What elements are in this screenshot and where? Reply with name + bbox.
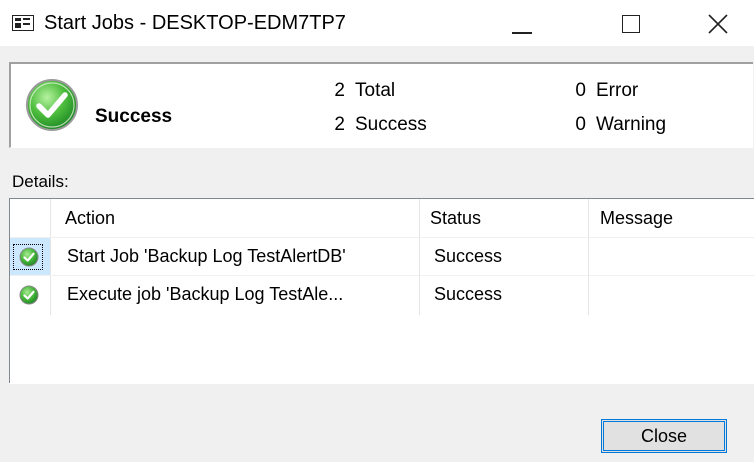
- row-icon-cell[interactable]: [10, 276, 50, 314]
- error-count: 0: [575, 80, 586, 101]
- success-check-icon: [19, 285, 39, 305]
- row-status: Success: [434, 284, 503, 304]
- grid-header: Action Status Message: [10, 199, 754, 237]
- close-icon: [708, 14, 728, 34]
- column-header-status[interactable]: Status: [430, 208, 481, 229]
- title-bar[interactable]: Start Jobs - DESKTOP-EDM7TP7: [0, 0, 754, 46]
- total-label: Total: [355, 80, 396, 101]
- summary-status-text: Success: [95, 106, 173, 127]
- minimize-icon: [512, 32, 532, 34]
- maximize-button[interactable]: [594, 0, 670, 46]
- error-stat: 0 Error: [575, 80, 639, 102]
- row-action: Start Job 'Backup Log TestAlertDB': [67, 246, 346, 266]
- success-stat: 2 Success: [334, 114, 427, 136]
- total-stat: 2 Total: [334, 80, 396, 102]
- row-action: Execute job 'Backup Log TestAle...: [67, 284, 344, 304]
- window-app-icon: [12, 15, 34, 31]
- success-label: Success: [355, 114, 427, 135]
- column-header-action[interactable]: Action: [65, 208, 115, 229]
- minimize-button[interactable]: [484, 0, 560, 46]
- maximize-icon: [622, 15, 640, 33]
- success-count: 2: [334, 114, 345, 135]
- warning-count: 0: [575, 114, 586, 135]
- details-label: Details:: [12, 172, 69, 191]
- close-button-label: Close: [640, 425, 688, 446]
- total-count: 2: [334, 80, 345, 101]
- table-row[interactable]: Start Job 'Backup Log TestAlertDB' Succe…: [10, 237, 754, 276]
- details-grid[interactable]: Action Status Message Start Job 'Backup …: [9, 198, 754, 383]
- success-check-icon: [19, 247, 39, 267]
- row-status: Success: [434, 246, 503, 266]
- close-button[interactable]: Close: [601, 419, 727, 453]
- row-icon-cell[interactable]: [10, 238, 50, 276]
- grid-bottom-edge: [9, 383, 754, 384]
- warning-stat: 0 Warning: [575, 114, 667, 136]
- summary-panel: Success 2 Total 2 Success 0 Error 0 Warn…: [9, 62, 753, 148]
- success-check-icon: [25, 78, 79, 137]
- table-row[interactable]: Execute job 'Backup Log TestAle... Succe…: [10, 275, 754, 313]
- error-label: Error: [596, 80, 639, 101]
- warning-label: Warning: [596, 114, 667, 135]
- start-jobs-dialog: Start Jobs - DESKTOP-EDM7TP7 Success 2 T…: [0, 0, 754, 462]
- column-header-message[interactable]: Message: [600, 208, 673, 229]
- window-close-button[interactable]: [678, 0, 754, 46]
- window-title: Start Jobs - DESKTOP-EDM7TP7: [44, 12, 346, 34]
